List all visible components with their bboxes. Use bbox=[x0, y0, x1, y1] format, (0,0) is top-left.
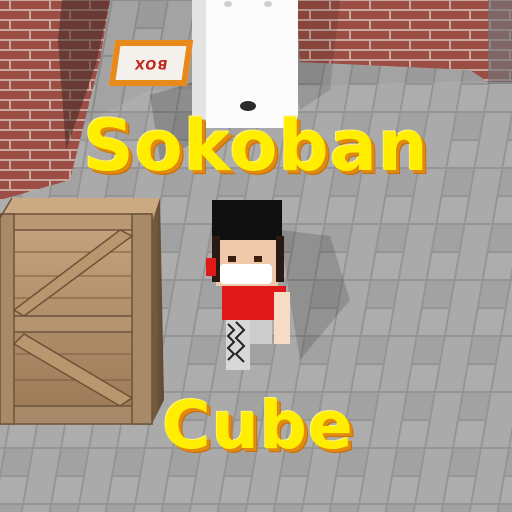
game-title-line2: Cube bbox=[162, 387, 354, 464]
box-target-sign: BOX bbox=[108, 40, 194, 86]
box-sign-text: BOX bbox=[133, 55, 169, 71]
game-scene[interactable]: BOX Sokoban Cube bbox=[0, 0, 512, 512]
game-title-line1: Sokoban bbox=[83, 105, 429, 187]
